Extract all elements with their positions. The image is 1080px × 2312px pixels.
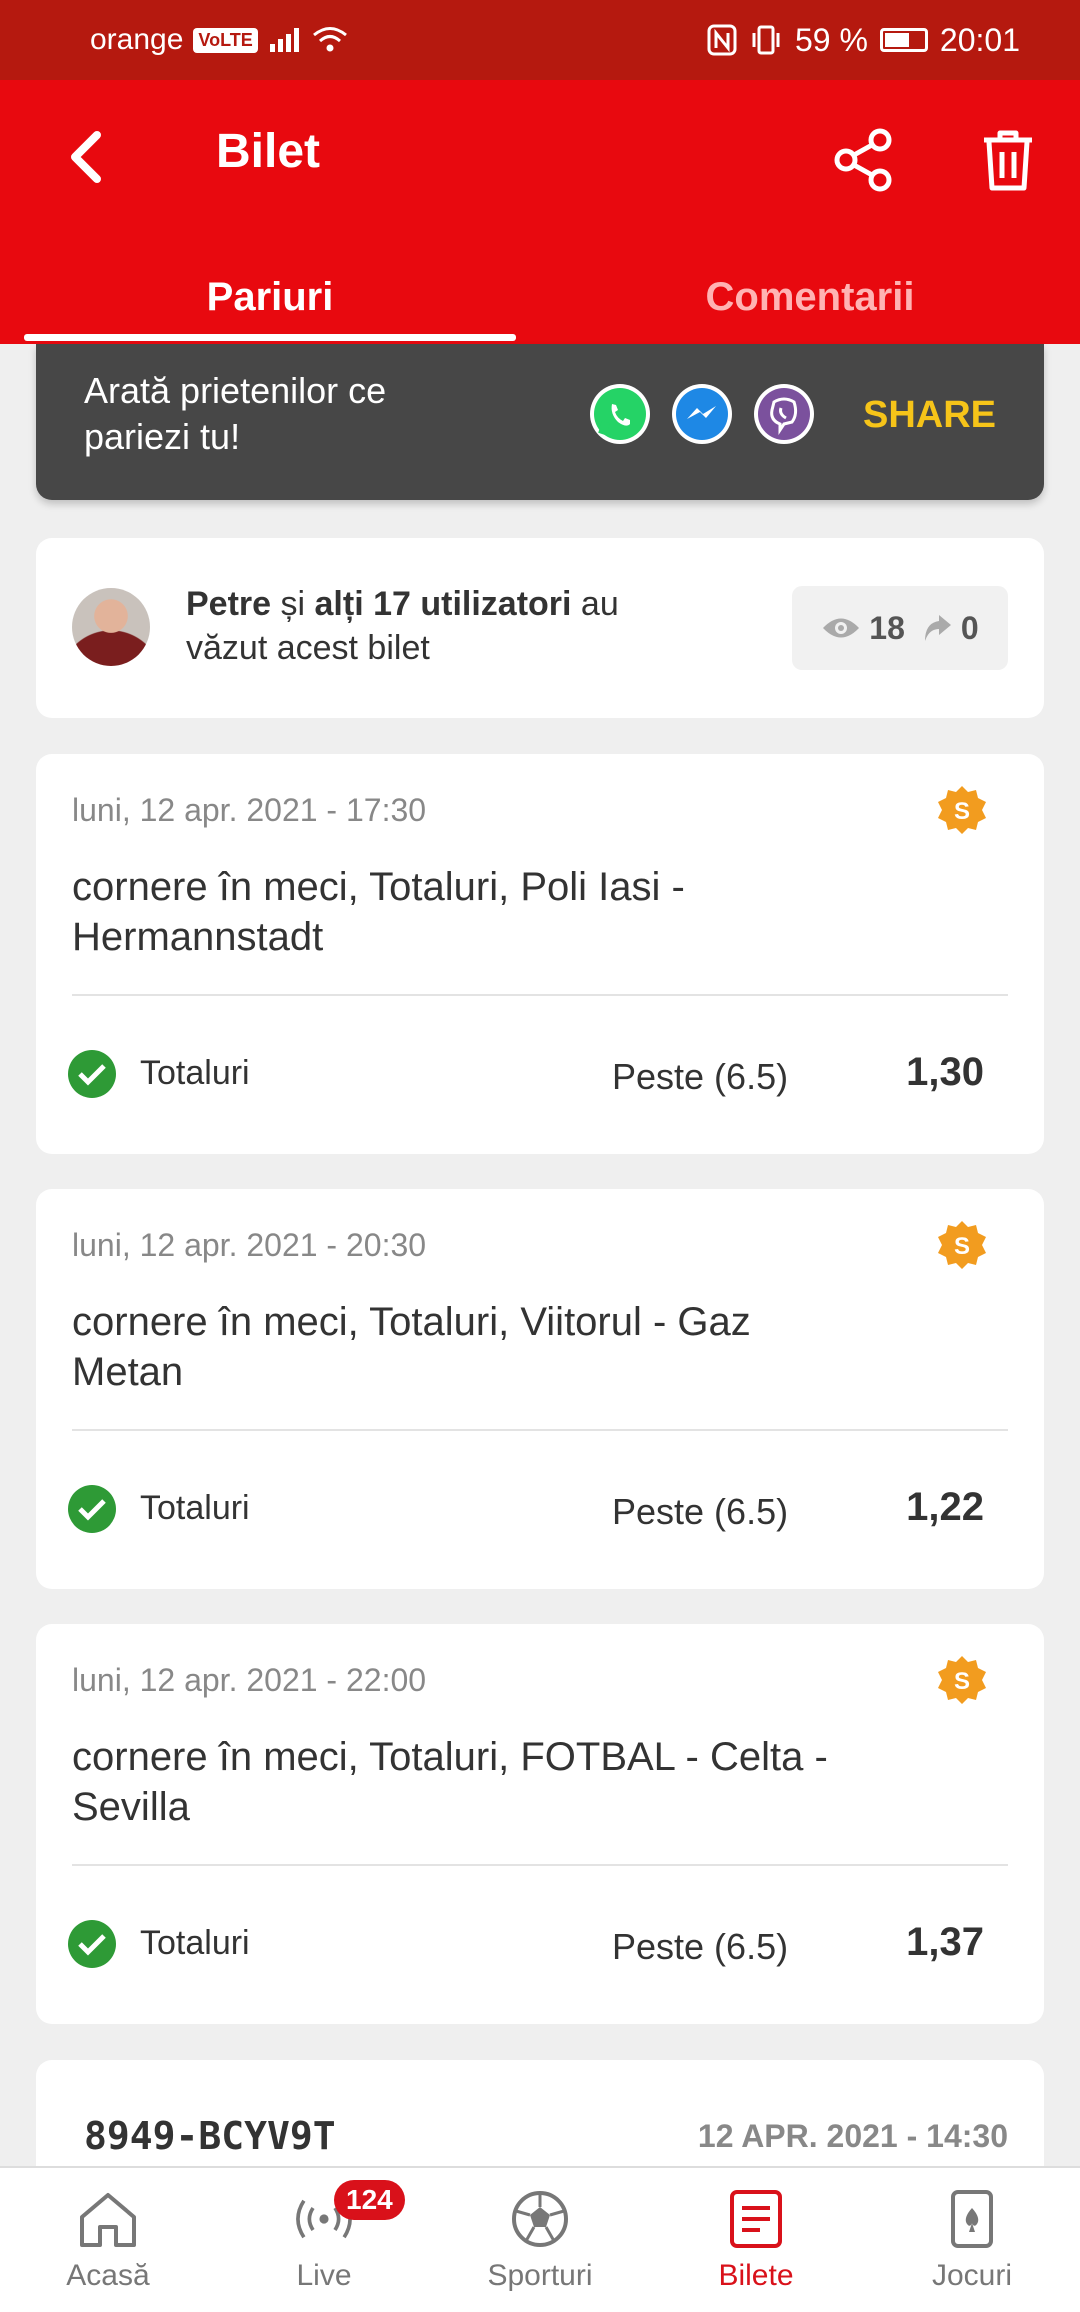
bet-date: luni, 12 apr. 2021 - 17:30 [72,792,427,828]
share-apps [590,384,814,444]
share-banner-text: Arată prietenilor ce pariezi tu! [84,370,387,457]
nfc-icon [707,24,737,56]
viber-icon[interactable] [754,384,814,444]
trash-icon [984,130,1032,191]
shares-stat: 0 [921,610,979,647]
delete-button[interactable] [968,120,1048,200]
tab-pariuri[interactable]: Pariuri [0,250,540,344]
shares-count: 0 [960,609,979,646]
carrier-name: orange [90,23,184,56]
check-icon [68,1485,116,1533]
check-icon [68,1050,116,1098]
nav-item-bilete[interactable]: Bilete [648,2168,864,2312]
forward-icon [924,615,951,641]
wifi-icon [312,27,347,52]
bet-odd: 1,30 [906,1050,984,1094]
bet-card[interactable]: luni, 12 apr. 2021 - 22:00 S cornere în … [36,1624,1044,2024]
divider [72,1864,1008,1866]
check-icon [68,1920,116,1968]
nav-item-live[interactable]: Live 124 [216,2168,432,2312]
nav-label: Jocuri [931,2259,1013,2292]
clock: 20:01 [939,21,1020,58]
eye-icon [823,618,860,638]
bet-selection: Peste (6.5) [612,1926,789,1967]
status-right: 59 % 20:01 [707,22,1020,59]
ticket-stats: 18 0 [792,586,1008,670]
back-button[interactable] [52,122,122,192]
share-link[interactable]: SHARE [863,394,996,437]
page-title: Bilet [216,125,321,178]
bottom-nav: Acasă Live 124 Sporturi Bilete Jocuri [0,2166,1080,2312]
battery-icon [879,28,928,52]
messenger-icon[interactable] [672,384,732,444]
nav-item-sporturi[interactable]: Sporturi [432,2168,648,2312]
nav-label: Sporturi [487,2259,593,2292]
bet-event: cornere în meci, Totaluri, Poli Iasi - H… [72,865,685,959]
bet-market: Totaluri [140,1924,250,1962]
status-left: orange VoLTE [90,23,348,57]
views-stat: 18 [821,610,905,647]
tab-comentarii[interactable]: Comentarii [540,250,1080,344]
bet-date: luni, 12 apr. 2021 - 22:00 [72,1662,427,1698]
svg-text:S: S [954,1668,970,1695]
bet-event: cornere în meci, Totaluri, Viitorul - Ga… [72,1300,751,1394]
status-bar: orange VoLTE 59 % 20:01 [0,0,1080,80]
viewers-connector: și [271,585,315,623]
viewers-card: Petre și alți 17 utilizatori au văzut ac… [36,538,1044,718]
nav-item-acasa[interactable]: Acasă [0,2168,216,2312]
volte-badge: VoLTE [193,27,258,53]
live-count-badge: 124 [334,2180,405,2220]
nav-label: Bilete [718,2259,794,2292]
share-banner: Arată prietenilor ce pariezi tu! SHARE [36,344,1044,500]
avatar[interactable] [72,588,150,666]
divider [72,994,1008,996]
signal-icon [269,28,299,52]
vibrate-icon [752,25,780,55]
bet-card[interactable]: luni, 12 apr. 2021 - 20:30 S cornere în … [36,1189,1044,1589]
tab-bar: Pariuri Comentarii [0,250,1080,344]
bet-odd: 1,22 [906,1485,984,1529]
bet-market: Totaluri [140,1054,250,1092]
ticket-code: 8949-BCYV9T [84,2114,336,2158]
battery-percent: 59 % [794,21,868,58]
viewers-others: alți 17 utilizatori [314,585,572,623]
app-bar: Bilet Pariuri Comentarii [0,80,1080,344]
nav-item-jocuri[interactable]: Jocuri [864,2168,1080,2312]
coin-badge-icon: S [938,786,986,834]
ticket-date: 12 APR. 2021 - 14:30 [697,2118,1008,2154]
bet-selection: Peste (6.5) [612,1056,789,1097]
viewer-name: Petre [186,585,272,623]
active-tab-indicator [24,334,516,341]
cards-icon [940,2187,1004,2251]
soccer-ball-icon [508,2187,572,2251]
svg-text:S: S [954,1233,970,1260]
bet-odd: 1,37 [906,1920,984,1964]
svg-text:S: S [954,798,970,825]
coin-badge-icon: S [938,1656,986,1704]
whatsapp-icon[interactable] [590,384,650,444]
share-button[interactable] [824,120,904,200]
chevron-left-icon [71,131,101,183]
bet-card[interactable]: luni, 12 apr. 2021 - 17:30 S cornere în … [36,754,1044,1154]
divider [72,1429,1008,1431]
views-count: 18 [869,609,905,646]
coin-badge-icon: S [938,1221,986,1269]
nav-label: Acasă [66,2259,150,2292]
share-icon [834,128,892,192]
bet-event: cornere în meci, Totaluri, FOTBAL - Celt… [72,1735,828,1829]
viewers-text: Petre și alți 17 utilizatori au văzut ac… [186,582,686,670]
bet-date: luni, 12 apr. 2021 - 20:30 [72,1227,427,1263]
home-icon [76,2187,140,2251]
bet-selection: Peste (6.5) [612,1491,789,1532]
bet-market: Totaluri [140,1489,250,1527]
nav-label: Live [296,2259,352,2292]
ticket-icon [724,2187,788,2251]
